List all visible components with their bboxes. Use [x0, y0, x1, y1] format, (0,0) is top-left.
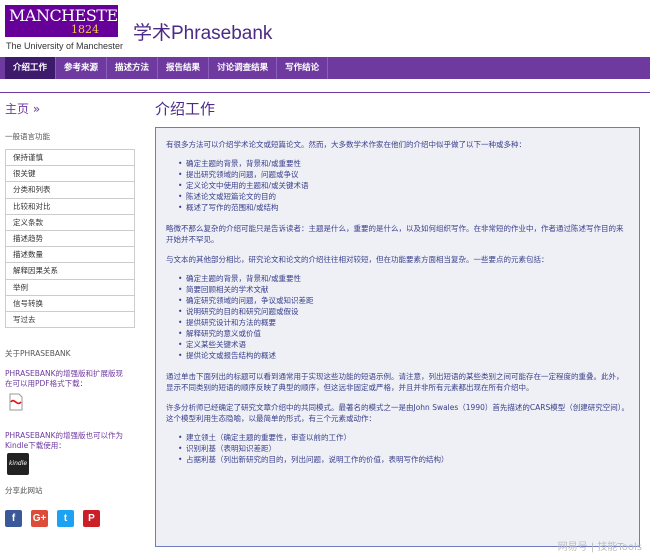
- sidebar-menu-item[interactable]: 描述数量: [5, 247, 135, 264]
- list-item[interactable]: 确定研究领域的问题，争议或知识差距: [178, 295, 629, 306]
- list-item[interactable]: 解释研究的意义或价值: [178, 328, 629, 339]
- twitter-icon[interactable]: t: [57, 510, 74, 528]
- list-item[interactable]: 建立领土（确定主题的重要性，审查以前的工作）: [178, 432, 629, 443]
- logo-box: MANCHESTER 1824: [5, 5, 130, 37]
- nav-tab[interactable]: 描述方法: [107, 57, 159, 79]
- list-item[interactable]: 占据利基（列出新研究的目的，列出问题，说明工作的价值，表明写作的结构）: [178, 454, 629, 465]
- nav-tab[interactable]: 写作结论: [277, 57, 329, 79]
- elements-list: 确定主题的背景，背景和/或重要性简要回顾相关的学术文献确定研究领域的问题，争议或…: [178, 273, 629, 361]
- logo-subtitle: The University of Manchester: [6, 41, 124, 51]
- sidebar-menu-item[interactable]: 解释因果关系: [5, 263, 135, 280]
- page-title: 介绍工作: [155, 100, 216, 118]
- sidebar-menu-item[interactable]: 比较和对比: [5, 198, 135, 215]
- nav-tab[interactable]: 讨论调查结果: [209, 57, 278, 79]
- cars-paragraph: 许多分析师已经确定了研究文章介绍中的共同模式。最著名的模式之一是由John Sw…: [166, 403, 629, 423]
- home-link[interactable]: 主页 »: [5, 100, 135, 117]
- list-item[interactable]: 提供论文或报告结构的概述: [178, 350, 629, 361]
- university-logo[interactable]: MANCHESTER 1824 The University of Manche…: [5, 5, 130, 51]
- list-item[interactable]: 定义某些关键术语: [178, 339, 629, 350]
- sidebar: 主页 » 一般语言功能 保持谨慎 很关键 分类和列表 比较和对比 定义条款 描述趋势 描述数…: [5, 96, 135, 528]
- pdf-icon[interactable]: [7, 393, 25, 411]
- sidebar-menu-item[interactable]: 写过去: [5, 311, 135, 329]
- list-item[interactable]: 简要回顾相关的学术文献: [178, 284, 629, 295]
- list-item[interactable]: 识别利基（表明知识差距）: [178, 443, 629, 454]
- share-label: 分享此网站: [5, 486, 43, 496]
- sidebar-menu-item[interactable]: 分类和列表: [5, 182, 135, 199]
- sidebar-menu-item[interactable]: 举例: [5, 279, 135, 296]
- sidebar-menu: 保持谨慎 很关键 分类和列表 比较和对比 定义条款 描述趋势 描述数量 解释因果关系 举例 信号转…: [5, 149, 135, 329]
- pdf-download-text[interactable]: PHRASEBANK的增强版和扩展版现在可以用PDF格式下载：: [5, 369, 130, 389]
- sidebar-menu-item[interactable]: 很关键: [5, 166, 135, 183]
- nav-tab[interactable]: 介绍工作: [5, 57, 57, 79]
- sidebar-menu-item[interactable]: 描述趋势: [5, 230, 135, 248]
- categories-paragraph: 通过单击下面列出的标题可以看到通常用于实现这些功能的短语示例。请注意，列出短语的…: [166, 372, 624, 392]
- content-box: 有很多方法可以介绍学术论文或短篇论文。然而，大多数学术作家在他们的介绍中似乎做了…: [155, 127, 640, 547]
- list-item[interactable]: 提供研究设计和方法的概要: [178, 317, 629, 328]
- watermark: 网易号 | 技能Tools: [557, 542, 642, 553]
- nav-tab[interactable]: 报告结果: [158, 57, 210, 79]
- facebook-icon[interactable]: f: [5, 510, 22, 528]
- site-title[interactable]: 学术Phrasebank: [133, 18, 272, 45]
- research-intro-paragraph: 与文本的其他部分相比，研究论文和论文的介绍往往相对较短，但在功能要素方面相当复杂…: [166, 255, 549, 264]
- cars-moves-list: 建立领土（确定主题的重要性，审查以前的工作）识别利基（表明知识差距）占据利基（列…: [178, 432, 629, 465]
- logo-name: MANCHESTER: [9, 6, 130, 25]
- list-item[interactable]: 确定主题的背景，背景和/或重要性: [178, 158, 629, 169]
- functions-list: 确定主题的背景，背景和/或重要性提出研究领域的问题，问题或争议定义论文中使用的主…: [178, 158, 629, 213]
- list-item[interactable]: 陈述论文或短篇论文的目的: [178, 191, 629, 202]
- short-intro-paragraph: 略微不那么复杂的介绍可能只是告诉读者：主题是什么，重要的是什么，以及如何组织写作…: [166, 224, 624, 244]
- main-nav: 介绍工作 参考来源 描述方法 报告结果 讨论调查结果 写作结论: [0, 57, 650, 79]
- google-plus-icon[interactable]: G+: [31, 510, 48, 528]
- sidebar-menu-item[interactable]: 保持谨慎: [5, 150, 135, 167]
- social-links: f G+ t P: [5, 510, 135, 528]
- about-label: 关于PHRASEBANK: [5, 349, 71, 359]
- site-header: MANCHESTER 1824 The University of Manche…: [0, 0, 650, 56]
- list-item[interactable]: 提出研究领域的问题，问题或争议: [178, 169, 629, 180]
- list-item[interactable]: 定义论文中使用的主题和/或关键术语: [178, 180, 629, 191]
- intro-paragraph: 有很多方法可以介绍学术论文或短篇论文。然而，大多数学术作家在他们的介绍中似乎做了…: [166, 140, 526, 149]
- logo-year: 1824: [71, 23, 99, 36]
- nav-tab[interactable]: 参考来源: [56, 57, 108, 79]
- list-item[interactable]: 说明研究的目的和研究问题或假设: [178, 306, 629, 317]
- kindle-download-text[interactable]: PHRASEBANK的增强版也可以作为Kindle下载使用：: [5, 431, 130, 451]
- nav-divider: [0, 92, 650, 93]
- pinterest-icon[interactable]: P: [83, 510, 100, 528]
- sidebar-menu-item[interactable]: 信号转换: [5, 295, 135, 312]
- sidebar-section-label: 一般语言功能: [5, 132, 50, 141]
- kindle-icon[interactable]: kindle: [7, 453, 29, 476]
- list-item[interactable]: 概述了写作的范围和/或结构: [178, 202, 629, 213]
- list-item[interactable]: 确定主题的背景，背景和/或重要性: [178, 273, 629, 284]
- sidebar-menu-item[interactable]: 定义条款: [5, 214, 135, 231]
